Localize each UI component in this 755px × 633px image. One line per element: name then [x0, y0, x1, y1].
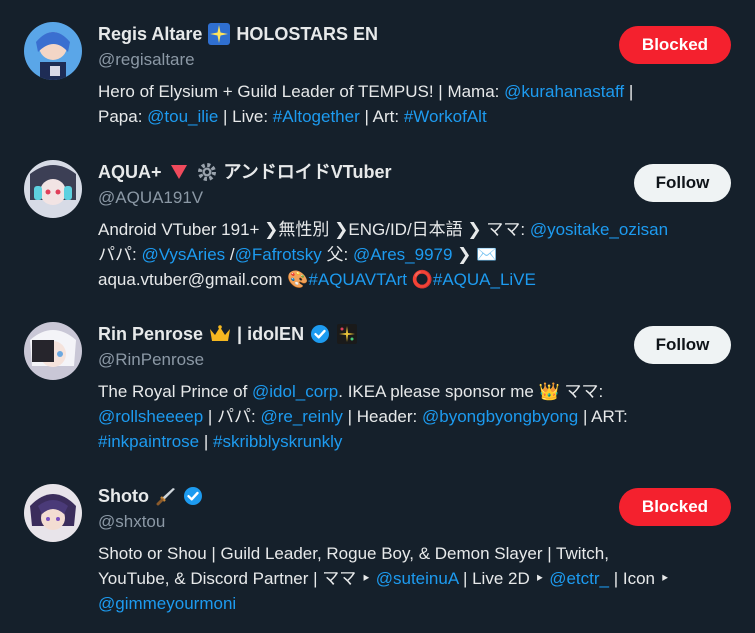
bio-text: | パパ:	[203, 407, 261, 426]
hashtag-link[interactable]: #AQUAVTArt	[308, 270, 407, 289]
bio-text: Android VTuber 191+ ❯無性別 ❯ENG/ID/日本語 ❯ マ…	[98, 220, 530, 239]
hashtag-link[interactable]: #AQUA_LiVE	[433, 270, 536, 289]
user-bio: Shoto or Shou | Guild Leader, Rogue Boy,…	[98, 541, 731, 616]
bio-text: Hero of Elysium + Guild Leader of TEMPUS…	[98, 82, 505, 101]
mention-link[interactable]: @byongbyongbyong	[422, 407, 578, 426]
mention-link[interactable]: @re_reinly	[260, 407, 342, 426]
hashtag-link[interactable]: #WorkofAlt	[404, 107, 487, 126]
avatar[interactable]	[24, 484, 82, 542]
bio-text: パパ:	[98, 245, 142, 264]
mention-link[interactable]: @kurahanastaff	[504, 82, 624, 101]
bio-text: The Royal Prince of	[98, 382, 253, 401]
mention-link[interactable]: @rollsheeeep	[98, 407, 203, 426]
bio-text: | ART:	[578, 407, 628, 426]
bio-text: 父:	[321, 245, 353, 264]
hashtag-link[interactable]: #inkpaintrose	[98, 432, 199, 451]
mention-link[interactable]: @idol_corp	[252, 382, 338, 401]
bio-text: | Header:	[342, 407, 422, 426]
blocked-button[interactable]: Blocked	[619, 26, 731, 64]
account-list: Regis Altare HOLOSTARS EN @regisaltare H…	[0, 0, 755, 633]
display-name-suffix: アンドロイドVTuber	[223, 162, 392, 182]
hashtag-link[interactable]: #skribblyskrunkly	[213, 432, 342, 451]
display-name: Rin Penrose	[98, 324, 204, 344]
hashtag-link[interactable]: #Altogether	[273, 107, 360, 126]
sparkle-icon	[336, 323, 358, 345]
user-bio: Hero of Elysium + Guild Leader of TEMPUS…	[98, 79, 731, 129]
mention-link[interactable]: @yositake_ozisan	[530, 220, 668, 239]
display-name: Shoto	[98, 486, 149, 506]
user-bio: The Royal Prince of @idol_corp. IKEA ple…	[98, 379, 731, 454]
bio-text: . IKEA please sponsor me 👑 ママ:	[338, 382, 604, 401]
crown-icon	[209, 323, 231, 345]
bio-text: ⭕	[406, 270, 433, 289]
display-name-suffix: HOLOSTARS EN	[236, 24, 379, 44]
mention-link[interactable]: @gimmeyourmoni	[98, 594, 236, 613]
verified-badge-icon	[310, 324, 330, 344]
bio-text: | Art:	[359, 107, 404, 126]
mention-link[interactable]: @VysAries	[141, 245, 225, 264]
avatar[interactable]	[24, 160, 82, 218]
display-name-suffix: | idolEN	[237, 324, 305, 344]
avatar[interactable]	[24, 322, 82, 380]
bio-text: | Live 2D ‣	[458, 569, 550, 588]
dagger-icon	[155, 485, 177, 507]
mention-link[interactable]: @Ares_9979	[353, 245, 453, 264]
mention-link[interactable]: @tou_ilie	[147, 107, 218, 126]
mention-link[interactable]: @etctr_	[549, 569, 609, 588]
follow-button[interactable]: Follow	[634, 326, 731, 364]
user-bio: Android VTuber 191+ ❯無性別 ❯ENG/ID/日本語 ❯ マ…	[98, 217, 731, 292]
bio-text: Shoto or Shou | Guild Leader, Rogue Boy,…	[98, 544, 609, 563]
bio-text: YouTube, & Discord Partner | ママ ‣	[98, 569, 376, 588]
sparkle-badge-icon	[208, 23, 231, 45]
gear-icon	[196, 161, 218, 183]
bio-text: Papa:	[98, 107, 148, 126]
display-name: Regis Altare	[98, 24, 203, 44]
display-name: AQUA+	[98, 162, 162, 182]
bio-text: | Icon ‣	[609, 569, 670, 588]
verified-badge-icon	[183, 486, 203, 506]
bio-text: |	[624, 82, 634, 101]
mention-link[interactable]: @Fafrotsky	[235, 245, 322, 264]
follow-button[interactable]: Follow	[634, 164, 731, 202]
bio-text: /	[225, 245, 235, 264]
blocked-button[interactable]: Blocked	[619, 488, 731, 526]
mention-link[interactable]: @suteinuA	[376, 569, 458, 588]
bio-text: |	[199, 432, 213, 451]
red-triangle-icon	[168, 161, 190, 183]
bio-text: aqua.vtuber@gmail.com 🎨	[98, 270, 309, 289]
avatar[interactable]	[24, 22, 82, 80]
bio-text: ❯ ✉️	[452, 245, 498, 264]
bio-text: | Live:	[218, 107, 273, 126]
